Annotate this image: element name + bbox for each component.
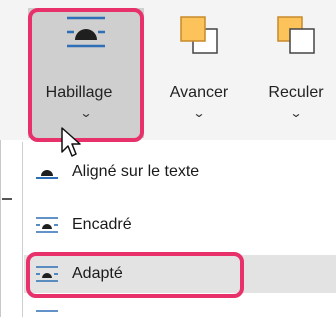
menu-item-label: Encadré: [72, 216, 132, 233]
bring-forward-button[interactable]: Avancer ⌄: [147, 8, 251, 138]
chevron-down-icon: ⌄: [79, 106, 93, 120]
bring-forward-icon: [180, 16, 218, 54]
tight-wrap-icon: [36, 266, 58, 282]
chevron-down-icon: ⌄: [289, 106, 303, 120]
wrap-text-icon: [67, 16, 105, 48]
bring-forward-label: Avancer: [169, 84, 229, 101]
send-backward-icon: [277, 16, 315, 54]
menu-item-partial-icon: [36, 310, 58, 312]
wrap-text-button[interactable]: Habillage ⌄: [28, 8, 144, 138]
inline-with-text-icon: [36, 170, 58, 179]
menu-item-label: Aligné sur le texte: [72, 163, 200, 180]
send-backward-label: Reculer: [268, 84, 324, 101]
menu-item-square[interactable]: Encadré: [24, 206, 336, 244]
square-wrap-icon: [36, 217, 58, 233]
menu-icon-gutter: [22, 142, 23, 317]
mouse-pointer-icon: [61, 127, 81, 157]
menu-item-label: Adapté: [72, 265, 123, 282]
send-backward-button[interactable]: Reculer ⌄: [254, 8, 336, 138]
menu-item-tight[interactable]: Adapté: [24, 255, 336, 293]
wrap-text-label: Habillage: [45, 84, 113, 101]
chevron-down-icon: ⌄: [192, 106, 206, 120]
ruler-tick: [2, 198, 12, 200]
